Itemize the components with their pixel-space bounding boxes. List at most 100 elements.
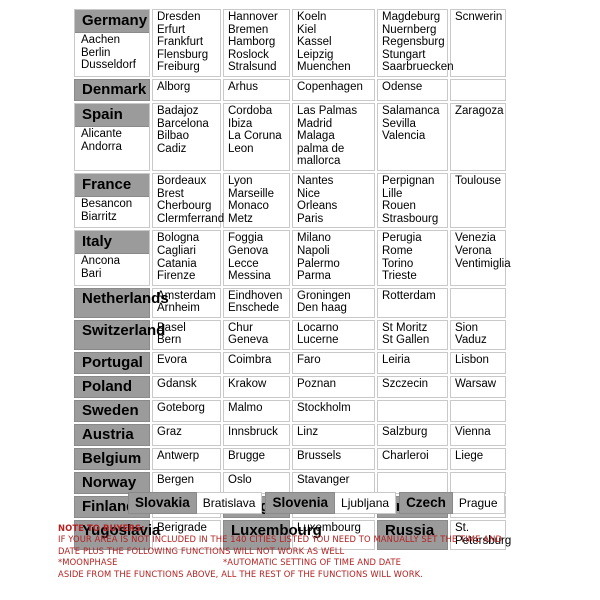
- city-cell: Graz: [152, 424, 221, 447]
- country-header-austria[interactable]: Austria: [74, 424, 150, 447]
- city-cell: Bergen: [152, 472, 221, 495]
- city-cell: Warsaw: [450, 376, 506, 399]
- note-line-3: *MOONPHASE *AUTOMATIC SETTING OF TIME AN…: [58, 557, 558, 568]
- city-cell: Dresden Erfurt Frankfurt Flensburg Freib…: [152, 9, 221, 77]
- city-table: Germany Aachen Berlin Dusseldorf Dresden E…: [72, 7, 511, 552]
- city-cell: Poznan: [292, 376, 375, 399]
- country-header-switzerland[interactable]: Switzerland: [74, 319, 165, 351]
- note-auto-time: *AUTOMATIC SETTING OF TIME AND DATE: [223, 557, 401, 568]
- country-header-slovakia[interactable]: Slovakia: [128, 492, 197, 514]
- city-cell: Perpignan Lille Rouen Strasbourg: [377, 172, 448, 229]
- city-cell: Milano Napoli Palermo Parma: [292, 230, 375, 286]
- city-cell: Groningen Den haag: [292, 287, 375, 318]
- empty-cell: [450, 78, 506, 101]
- city-cell: Linz: [292, 424, 375, 447]
- country-header-czech[interactable]: Czech: [399, 492, 453, 514]
- country-header-denmark[interactable]: Denmark: [74, 78, 150, 101]
- city-cell: Lyon Marseille Monaco Metz: [223, 172, 290, 229]
- city-cell: Antwerp: [152, 448, 221, 471]
- city-cell: Koeln Kiel Kassel Leipzig Muenchen: [292, 9, 375, 77]
- city-cell: Oslo: [223, 472, 290, 495]
- city-cell: Faro: [292, 352, 375, 375]
- table-row: Sweden Goteborg Malmo Stockholm: [74, 400, 506, 423]
- city-cell: Perugia Rome Torino Trieste: [377, 230, 448, 286]
- city-cell: Salamanca Sevilla Valencia: [377, 102, 448, 171]
- country-name: Germany: [75, 10, 149, 33]
- city-cell: Malmo: [223, 400, 290, 423]
- city-table-container: Germany Aachen Berlin Dusseldorf Dresden E…: [72, 7, 511, 552]
- city-cell: Lisbon: [450, 352, 506, 375]
- note-to-buyers: NOTE TO BUYERS: IF YOUR AREA IS NOT INCL…: [58, 523, 558, 580]
- city-cell: Toulouse: [450, 172, 506, 229]
- country-header-portugal[interactable]: Portugal: [74, 352, 150, 375]
- city-cell: Stockholm: [292, 400, 375, 423]
- city-cell: Leiria: [377, 352, 448, 375]
- city-cell: Brugge: [223, 448, 290, 471]
- note-line-2: DATE PLUS THE FOLLOWING FUNCTIONS WILL N…: [58, 545, 345, 556]
- city-cell: Alborg: [152, 78, 221, 101]
- city-cell: Goteborg: [152, 400, 221, 423]
- note-moonphase: *MOONPHASE: [58, 557, 118, 568]
- country-header-spain[interactable]: Spain Alicante Andorra: [74, 102, 150, 171]
- city-cell: Cordoba Ibiza La Coruna Leon: [223, 102, 290, 171]
- city-cell: Stavanger: [292, 472, 375, 495]
- city-cell: Arhus: [223, 78, 290, 101]
- city-cell: Salzburg: [377, 424, 448, 447]
- empty-cell: [450, 400, 506, 423]
- country-header-netherlands[interactable]: Netherlands: [74, 287, 169, 318]
- country-header-belgium[interactable]: Belgium: [74, 448, 150, 471]
- country-header-sweden[interactable]: Sweden: [74, 400, 150, 423]
- city-cell: Nantes Nice Orleans Paris: [292, 172, 375, 229]
- country-city-pair: Slovakia Bratislava: [128, 492, 263, 514]
- city-list-page: Germany Aachen Berlin Dusseldorf Dresden E…: [0, 0, 600, 600]
- city-cell: Venezia Verona Ventimiglia: [450, 230, 511, 286]
- city-cell: Basel Bern: [152, 319, 221, 351]
- country-name: Italy: [75, 231, 149, 255]
- city-cell: Hannover Bremen Hamborg Roslock Stralsun…: [223, 9, 290, 77]
- empty-cell: [377, 472, 448, 495]
- city-cell: Zaragoza: [450, 102, 506, 171]
- city-cell: St Moritz St Gallen: [377, 319, 448, 351]
- city-cell: Brussels: [292, 448, 375, 471]
- city-cell: Odense: [377, 78, 448, 101]
- city-cell: Sion Vaduz: [450, 319, 506, 351]
- city-cell: Foggia Genova Lecce Messina: [223, 230, 290, 286]
- empty-cell: [377, 400, 448, 423]
- country-name: Spain: [75, 103, 149, 127]
- city-cell: Bologna Cagliari Catania Firenze: [152, 230, 221, 286]
- bottom-country-strip: Slovakia Bratislava Slovenia Ljubljana Czech…: [128, 492, 508, 514]
- country-extra-cities: Aachen Berlin Dusseldorf: [81, 34, 136, 72]
- empty-cell: [450, 472, 506, 495]
- table-row: Denmark Alborg Arhus Copenhagen Odense: [74, 78, 506, 101]
- city-cell: Bordeaux Brest Cherbourg Clermferrand: [152, 172, 224, 229]
- country-extra-cities: Alicante Andorra: [81, 127, 122, 153]
- table-row: Belgium Antwerp Brugge Brussels Charleroi Lie…: [74, 448, 506, 471]
- country-header-poland[interactable]: Poland: [74, 376, 150, 399]
- table-row: Spain Alicante Andorra Badajoz Barcelona B…: [74, 102, 506, 171]
- country-extra-cities: Ancona Bari: [81, 255, 121, 280]
- table-row: Netherlands Amsterdam Arnheim Eindhoven En…: [74, 287, 506, 318]
- city-cell: Amsterdam Arnheim: [152, 287, 221, 318]
- city-cell: Ljubljana: [335, 492, 397, 514]
- country-extra-cities: Besancon Biarritz: [81, 197, 133, 223]
- country-header-france[interactable]: France Besancon Biarritz: [74, 172, 150, 229]
- country-header-slovenia[interactable]: Slovenia: [265, 492, 336, 514]
- city-cell: Prague: [452, 492, 505, 514]
- country-header-germany[interactable]: Germany Aachen Berlin Dusseldorf: [74, 9, 150, 77]
- city-cell: Vienna: [450, 424, 506, 447]
- note-line-1: IF YOUR AREA IS NOT INCLUDED IN THE 140 …: [58, 534, 502, 545]
- city-cell: Copenhagen: [292, 78, 375, 101]
- city-cell: Krakow: [223, 376, 290, 399]
- city-cell: Las Palmas Madrid Malaga palma de mallor…: [292, 102, 375, 171]
- city-cell: Coimbra: [223, 352, 290, 375]
- city-cell: Szczecin: [377, 376, 448, 399]
- country-header-norway[interactable]: Norway: [74, 472, 150, 495]
- empty-cell: [450, 287, 506, 318]
- city-cell: Locarno Lucerne: [292, 319, 375, 351]
- city-cell: Innsbruck: [223, 424, 290, 447]
- city-cell: Evora: [152, 352, 221, 375]
- table-row: France Besancon Biarritz Bordeaux Brest Ch…: [74, 172, 506, 229]
- city-cell: Gdansk: [152, 376, 221, 399]
- country-header-italy[interactable]: Italy Ancona Bari: [74, 230, 150, 286]
- table-row: Germany Aachen Berlin Dusseldorf Dresden E…: [74, 9, 506, 77]
